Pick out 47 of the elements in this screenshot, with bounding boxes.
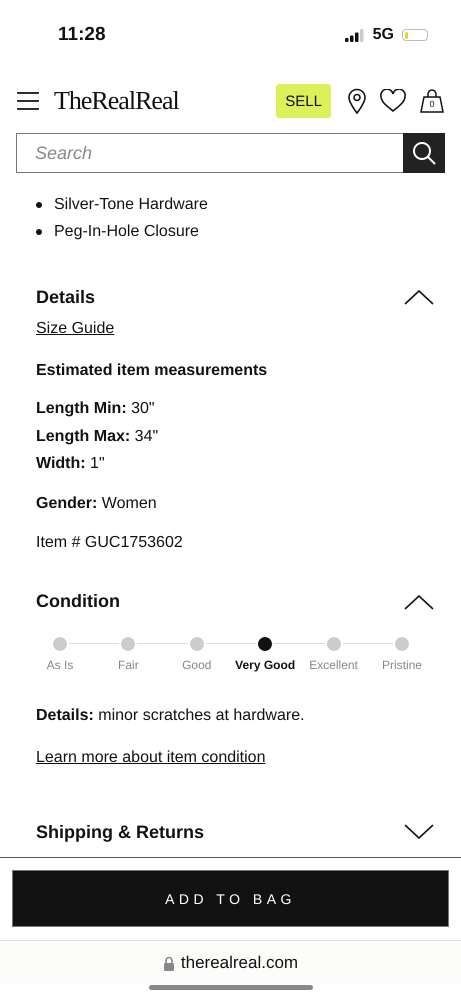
condition-label: As Is [46,658,74,672]
measurement-text: Width: 1" [36,454,106,474]
lock-icon [162,956,175,970]
url-text: therealreal.com [180,953,298,973]
section-heading[interactable]: Details [36,286,96,308]
condition-label: Very Good [235,658,296,672]
list-item: Peg-In-Hole Closure [54,222,199,240]
signal-icon [344,28,365,42]
condition-label: Good [182,658,212,672]
measurements-heading: Estimated item measurements [36,362,268,380]
battery-icon [402,29,428,41]
condition-dot[interactable] [53,636,67,650]
condition-dot[interactable] [121,636,136,650]
gender-text: Gender: Women [36,494,158,514]
heart-icon[interactable] [379,89,407,113]
section-heading[interactable]: Condition [36,591,120,612]
condition-label: Excellent [309,658,358,672]
clock-time: 11:28 [58,24,106,46]
add-to-bag-button[interactable]: ADD TO BAG [12,870,449,927]
location-pin-icon[interactable] [347,88,367,114]
condition-dot[interactable] [258,636,272,650]
bullet-icon [36,202,42,208]
sell-button[interactable]: SELL [276,84,331,118]
condition-label: Fair [118,658,139,672]
measurement-text: Length Max: 34" [36,426,160,446]
address-bar[interactable]: therealreal.com [0,941,461,985]
condition-details: Details: minor scratches at hardware. [36,706,306,726]
size-guide-link[interactable]: Size Guide [36,320,114,338]
chevron-up-icon[interactable] [404,289,434,305]
bullet-icon [36,228,42,234]
logo[interactable]: TheRealReal [54,86,179,116]
chevron-up-icon[interactable] [404,594,434,610]
condition-dot[interactable] [326,636,341,650]
menu-icon[interactable] [16,91,40,111]
search-icon [411,140,437,166]
learn-more-link[interactable]: Learn more about item condition [36,749,266,767]
item-number: Item # GUC1753602 [36,533,184,553]
search-button[interactable] [403,133,445,173]
condition-label: Pristine [382,658,422,672]
search-field[interactable]: Search [16,133,403,173]
list-item: Silver-Tone Hardware [54,196,208,214]
condition-dot[interactable] [394,636,409,650]
section-heading[interactable]: Shipping & Returns [36,822,204,842]
network-label: 5G [372,26,394,44]
measurement-text: Length Min: 30" [36,399,156,419]
chevron-down-icon[interactable] [404,824,434,840]
condition-dot[interactable] [190,636,204,650]
